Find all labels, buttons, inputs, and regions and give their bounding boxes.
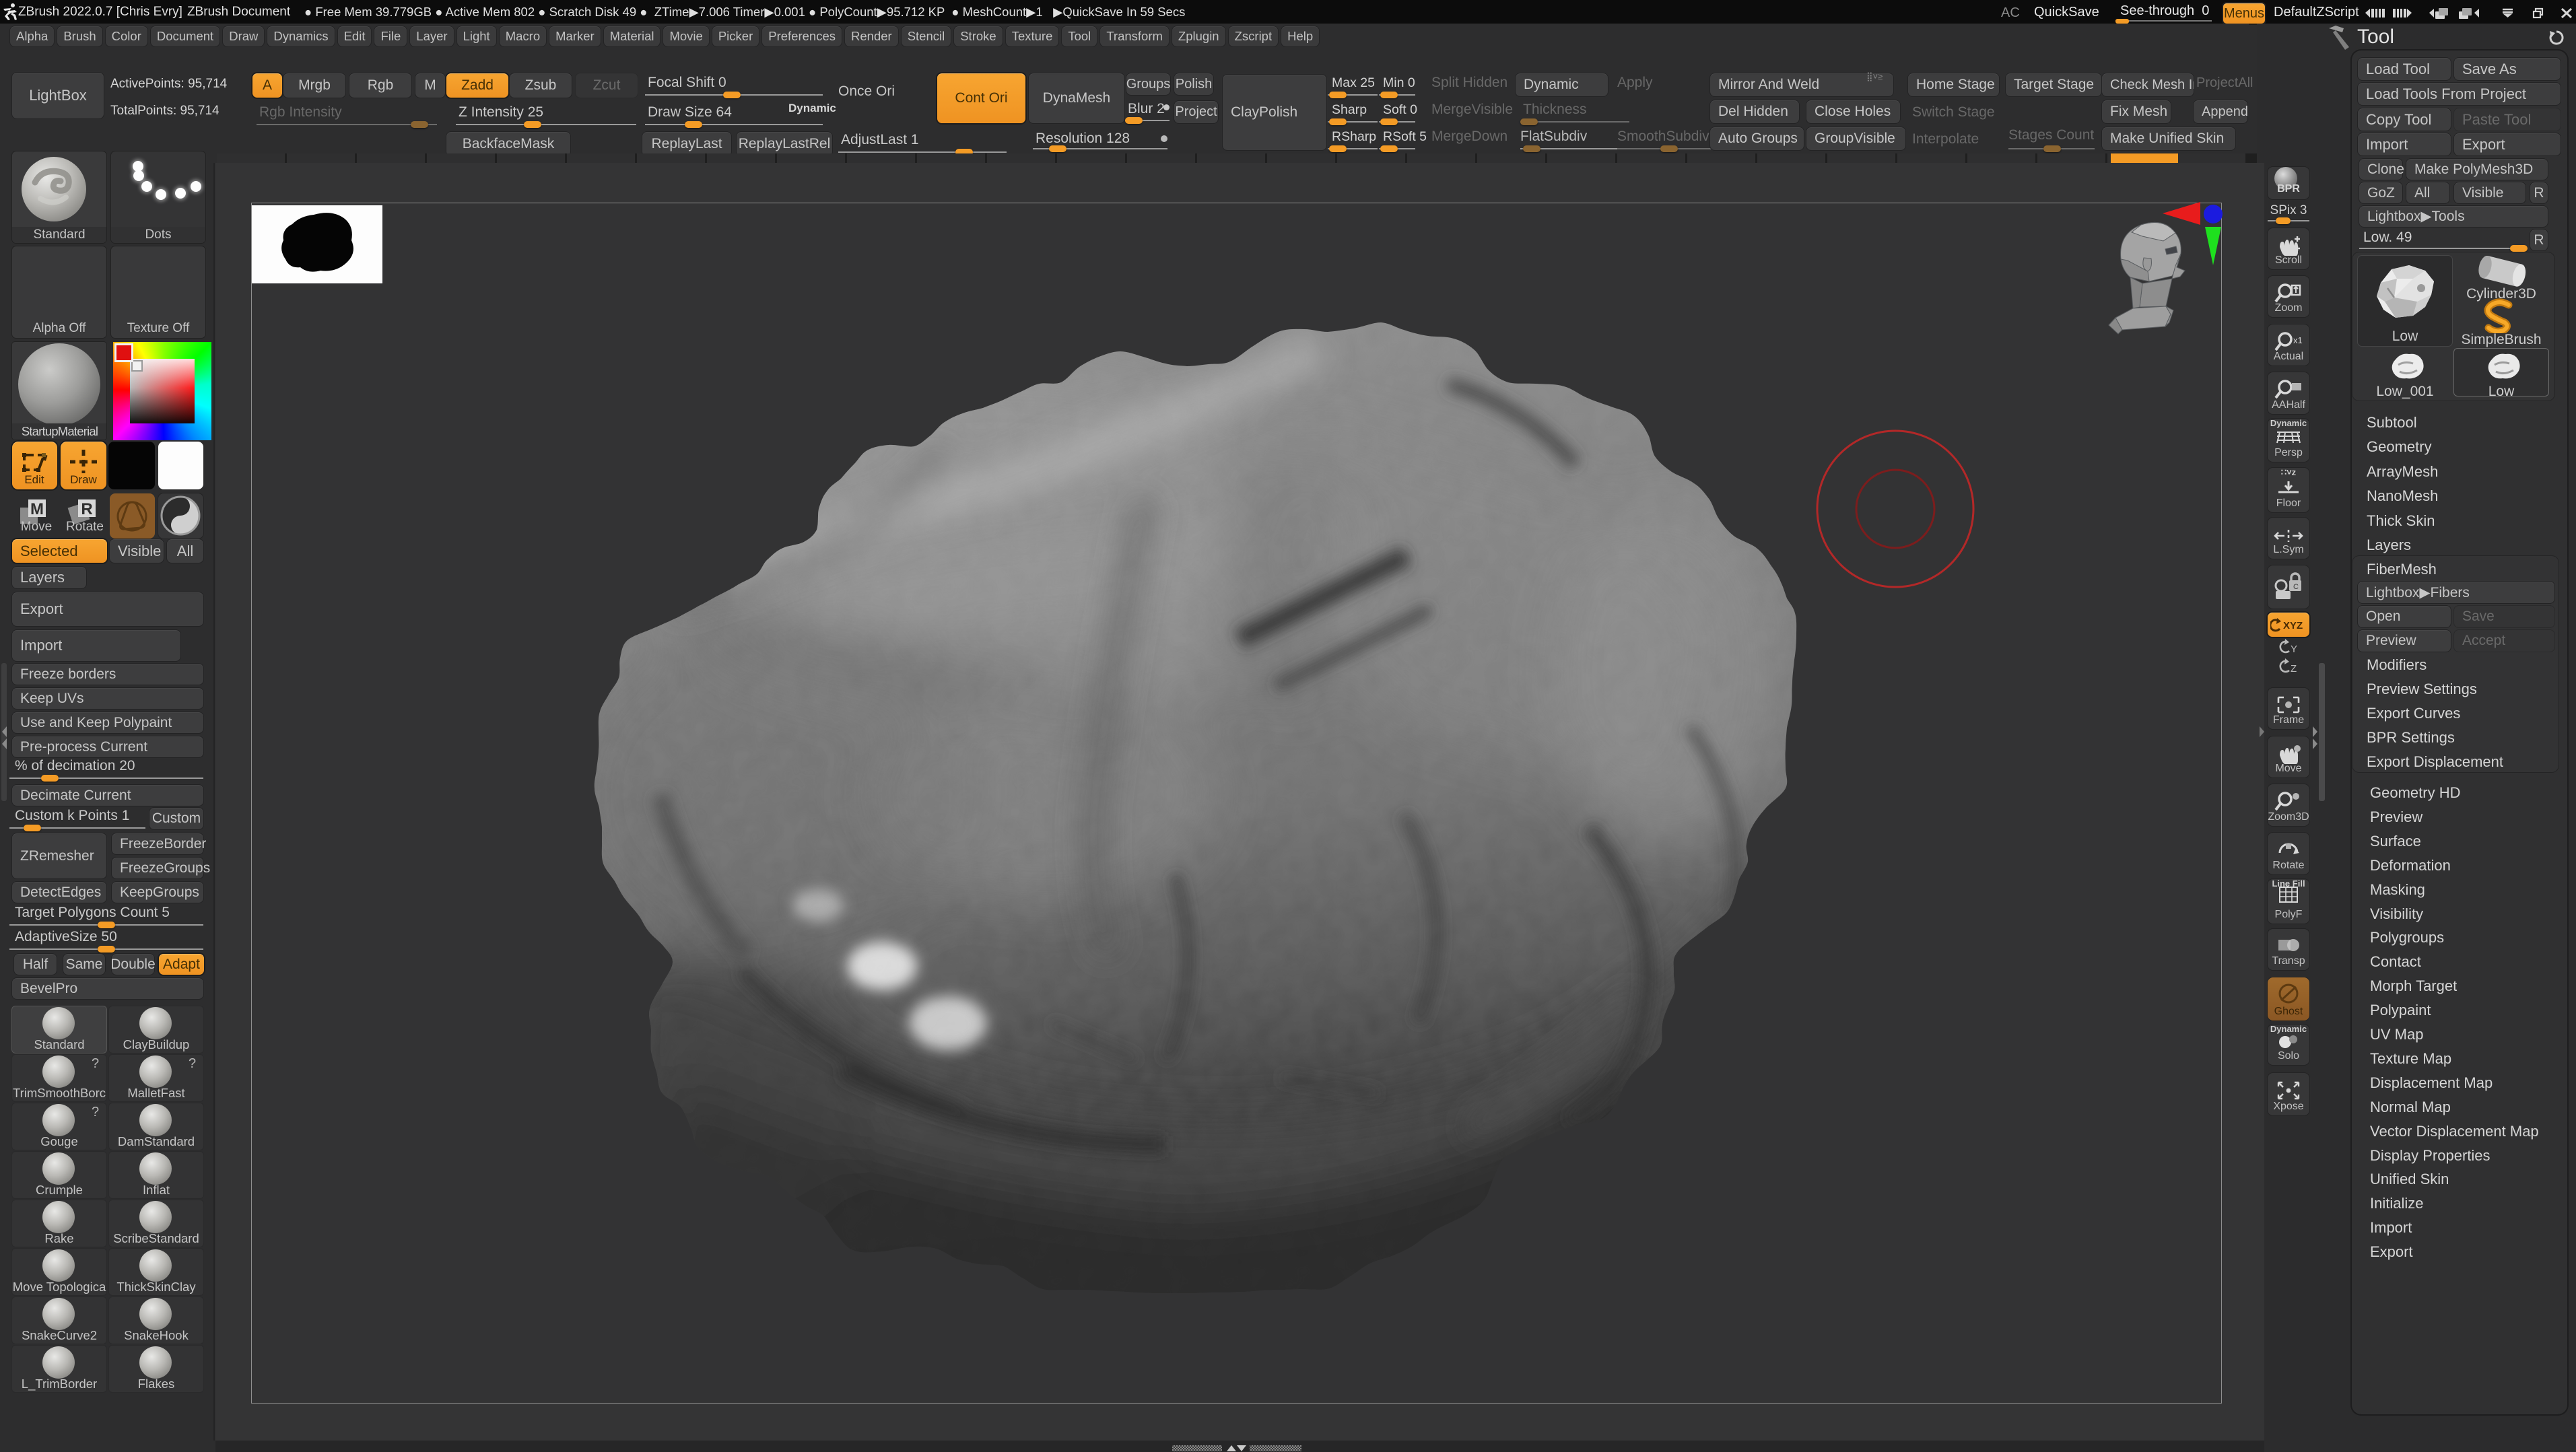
svg-text:R: R	[81, 500, 92, 518]
svg-text:Edit: Edit	[24, 473, 44, 486]
svg-text:Draw: Draw	[70, 473, 97, 486]
svg-text:Y: Y	[2291, 644, 2297, 655]
svg-text:Z: Z	[2291, 663, 2297, 675]
svg-text:C: C	[2293, 583, 2299, 591]
svg-text:M: M	[30, 500, 44, 518]
svg-text:XYZ: XYZ	[2283, 620, 2303, 631]
svg-text:x1: x1	[2293, 335, 2303, 345]
